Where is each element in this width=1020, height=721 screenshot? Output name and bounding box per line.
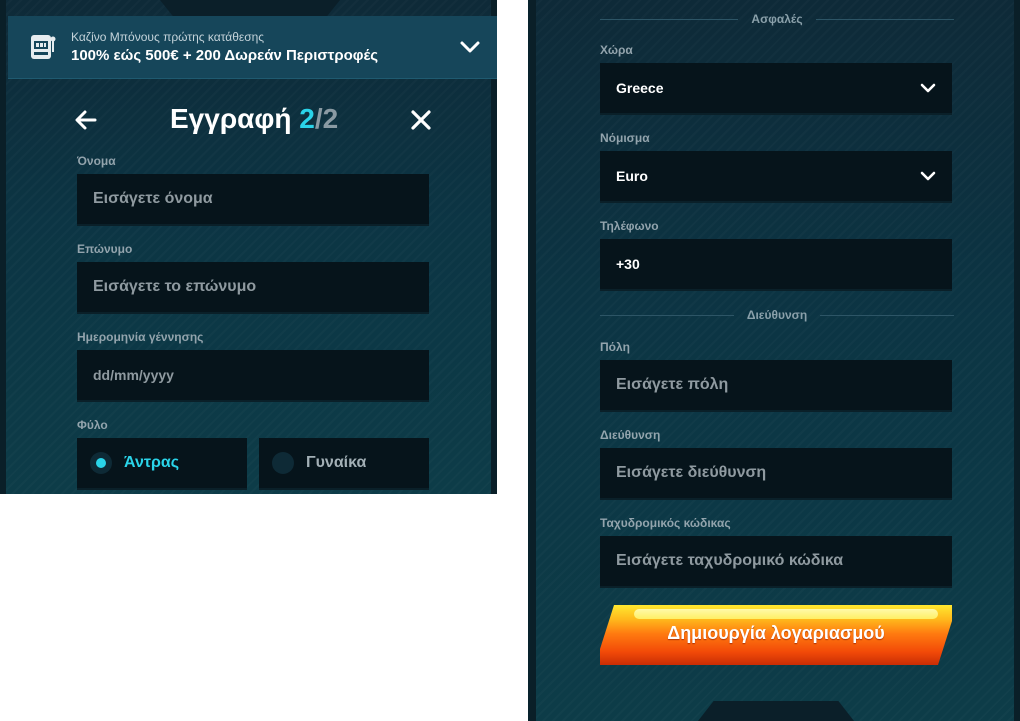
step-separator: / (314, 103, 323, 134)
birth-date-input[interactable]: dd/mm/yyyy (77, 350, 429, 402)
panel-frame-right (1014, 0, 1020, 721)
birth-date-label: Ημερομηνία γέννησης (77, 330, 204, 344)
address-input[interactable]: Εισάγετε διεύθυνση (600, 448, 952, 500)
slot-machine-icon (31, 35, 56, 59)
last-name-label: Επώνυμο (77, 242, 133, 256)
currency-label: Νόμισμα (600, 131, 650, 145)
arrow-left-icon[interactable] (74, 108, 98, 132)
gender-option-female[interactable]: Γυναίκα (259, 438, 429, 490)
country-value: Greece (616, 80, 664, 96)
phone-label: Τηλέφωνο (600, 219, 659, 233)
radio-unselected-icon (272, 452, 294, 474)
postal-code-label: Ταχυδρομικός κώδικας (600, 516, 731, 530)
last-name-input[interactable]: Εισάγετε το επώνυμο (77, 262, 429, 314)
page-title: Εγγραφή 2/2 (170, 103, 338, 135)
section-divider-address: Διεύθυνση (600, 308, 954, 322)
panel-notch-bottom (698, 701, 854, 721)
currency-select[interactable]: Euro (600, 151, 952, 203)
step-current: 2 (299, 103, 315, 134)
close-icon[interactable] (410, 109, 432, 131)
gender-option-label: Γυναίκα (306, 454, 367, 471)
radio-selected-icon (90, 452, 112, 474)
address-label: Διεύθυνση (600, 428, 661, 442)
gender-option-male[interactable]: Άντρας (77, 438, 247, 490)
first-name-label: Όνομα (77, 154, 116, 168)
gender-option-label: Άντρας (124, 454, 180, 471)
city-label: Πόλη (600, 340, 630, 354)
step-total: 2 (322, 103, 339, 134)
create-account-button[interactable]: Δημιουργία λογαριασμού (600, 605, 952, 665)
create-account-button-label: Δημιουργία λογαριασμού (667, 623, 885, 643)
panel-frame-left (0, 0, 6, 494)
section-address-title: Διεύθυνση (746, 308, 808, 322)
postal-code-input[interactable]: Εισάγετε ταχυδρομικό κώδικα (600, 536, 952, 588)
registration-panel-left: Καζίνο Μπόνους πρώτης κατάθεσης 100% εώς… (0, 0, 497, 494)
city-input[interactable]: Εισάγετε πόλη (600, 360, 952, 412)
chevron-down-icon (920, 171, 936, 181)
section-safety-title: Ασφαλές (751, 12, 803, 26)
promo-subtitle: Καζίνο Μπόνους πρώτης κατάθεσης (71, 30, 265, 44)
promo-title: 100% εώς 500€ + 200 Δωρεάν Περιστροφές (71, 47, 379, 64)
phone-input[interactable]: +30 (600, 239, 952, 291)
currency-value: Euro (616, 168, 648, 184)
country-label: Χώρα (600, 43, 633, 57)
first-name-input[interactable]: Εισάγετε όνομα (77, 174, 429, 226)
page-title-text: Εγγραφή (170, 103, 292, 134)
chevron-down-icon[interactable] (459, 38, 481, 56)
chevron-down-icon (920, 83, 936, 93)
country-select[interactable]: Greece (600, 63, 952, 115)
panel-frame-left (530, 0, 536, 721)
create-account-button-gloss (634, 609, 938, 619)
promo-banner[interactable]: Καζίνο Μπόνους πρώτης κατάθεσης 100% εώς… (8, 16, 497, 79)
section-divider-safety: Ασφαλές (600, 12, 954, 26)
gender-label: Φύλο (77, 418, 108, 432)
